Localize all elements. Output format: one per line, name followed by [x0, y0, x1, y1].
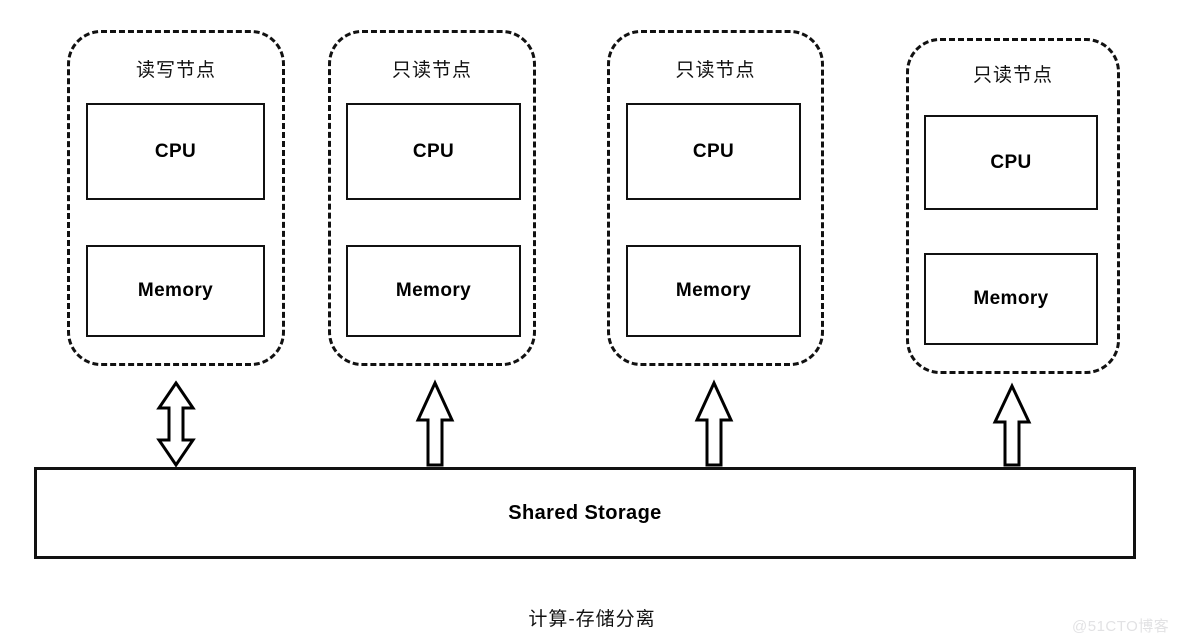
memory-box-1: Memory	[86, 245, 265, 337]
cpu-box-3: CPU	[626, 103, 801, 200]
cpu-label-4: CPU	[990, 151, 1032, 173]
cpu-box-4: CPU	[924, 115, 1098, 210]
memory-box-3: Memory	[626, 245, 801, 337]
node-title-4: 只读节点	[972, 65, 1053, 86]
node-title-3: 只读节点	[675, 60, 756, 81]
memory-label-3: Memory	[675, 280, 752, 301]
shared-storage-label: Shared Storage	[508, 501, 662, 524]
memory-label-1: Memory	[137, 280, 214, 301]
cpu-label-3: CPU	[692, 140, 735, 162]
node-title-1: 读写节点	[135, 60, 216, 81]
memory-box-4: Memory	[924, 253, 1098, 345]
up-arrow-icon-3	[694, 379, 734, 467]
memory-label-2: Memory	[395, 280, 472, 301]
cpu-label-1: CPU	[154, 140, 197, 162]
up-arrow-icon-2	[415, 379, 455, 467]
watermark-text: @51CTO博客	[1072, 618, 1170, 635]
memory-box-2: Memory	[346, 245, 521, 337]
memory-label-4: Memory	[973, 288, 1049, 309]
double-arrow-vertical-icon-1	[156, 380, 196, 468]
cpu-box-2: CPU	[346, 103, 521, 200]
cpu-box-1: CPU	[86, 103, 265, 200]
node-title-2: 只读节点	[391, 60, 472, 81]
shared-storage-box: Shared Storage	[34, 467, 1136, 559]
up-arrow-icon-4	[992, 382, 1032, 467]
diagram-caption: 计算-存储分离	[528, 609, 656, 630]
diagram-canvas: 读写节点 CPU Memory 只读节点 CPU Memory 只读节点 CPU…	[0, 0, 1184, 643]
cpu-label-2: CPU	[412, 140, 455, 162]
